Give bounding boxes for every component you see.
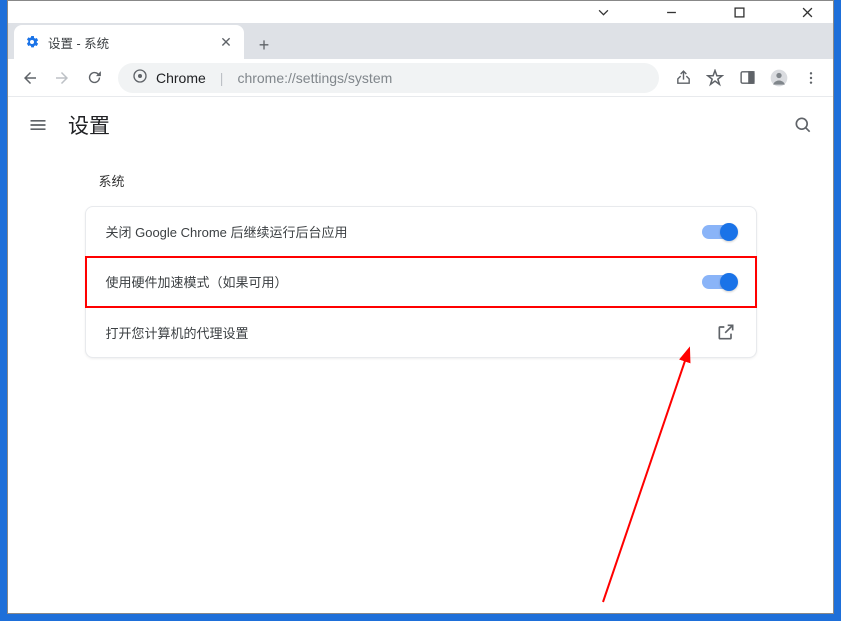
site-info-icon[interactable] (132, 68, 148, 87)
tab-title: 设置 - 系统 (48, 33, 210, 52)
section-title: 系统 (99, 171, 757, 190)
window-minimize-button[interactable] (651, 1, 691, 23)
browser-window: 设置 - 系统 ✕ + Chrome | chrome://settings/s… (7, 0, 834, 614)
system-section: 系统 关闭 Google Chrome 后继续运行后台应用 使用硬件加速模式（如… (81, 171, 761, 358)
search-button[interactable] (791, 113, 815, 137)
window-close-button[interactable] (787, 1, 827, 23)
setting-label: 关闭 Google Chrome 后继续运行后台应用 (106, 222, 702, 241)
setting-row-hardware-accel[interactable]: 使用硬件加速模式（如果可用） (86, 257, 756, 307)
url-path: chrome://settings/system (237, 70, 392, 86)
url-separator: | (220, 70, 224, 86)
settings-appbar: 设置 (8, 97, 833, 153)
reload-button[interactable] (80, 64, 108, 92)
tab-close-button[interactable]: ✕ (218, 34, 234, 50)
bookmark-icon[interactable] (701, 64, 729, 92)
toggle-switch[interactable] (702, 225, 736, 239)
window-maximize-button[interactable] (719, 1, 759, 23)
profile-icon[interactable] (765, 64, 793, 92)
tab-strip: 设置 - 系统 ✕ + (8, 23, 833, 59)
hamburger-menu-button[interactable] (26, 113, 50, 137)
window-dropdown-icon[interactable] (583, 1, 623, 23)
side-panel-icon[interactable] (733, 64, 761, 92)
setting-label: 打开您计算机的代理设置 (106, 323, 716, 342)
browser-toolbar: Chrome | chrome://settings/system (8, 59, 833, 97)
forward-button[interactable] (48, 64, 76, 92)
toggle-switch[interactable] (702, 275, 736, 289)
annotation-arrow (568, 342, 708, 613)
new-tab-button[interactable]: + (250, 31, 278, 59)
back-button[interactable] (16, 64, 44, 92)
browser-tab[interactable]: 设置 - 系统 ✕ (14, 25, 244, 59)
gear-icon (24, 34, 40, 50)
menu-icon[interactable] (797, 64, 825, 92)
setting-row-background-apps[interactable]: 关闭 Google Chrome 后继续运行后台应用 (86, 207, 756, 257)
page-title: 设置 (68, 110, 110, 140)
setting-row-proxy[interactable]: 打开您计算机的代理设置 (86, 307, 756, 357)
setting-label: 使用硬件加速模式（如果可用） (106, 272, 702, 291)
page-content: 设置 系统 关闭 Google Chrome 后继续运行后台应用 使用硬件加速模… (8, 97, 833, 613)
url-origin: Chrome (156, 70, 206, 86)
share-icon[interactable] (669, 64, 697, 92)
external-link-icon (716, 322, 736, 342)
address-bar[interactable]: Chrome | chrome://settings/system (118, 63, 659, 93)
settings-card: 关闭 Google Chrome 后继续运行后台应用 使用硬件加速模式（如果可用… (85, 206, 757, 358)
window-titlebar (8, 1, 833, 23)
